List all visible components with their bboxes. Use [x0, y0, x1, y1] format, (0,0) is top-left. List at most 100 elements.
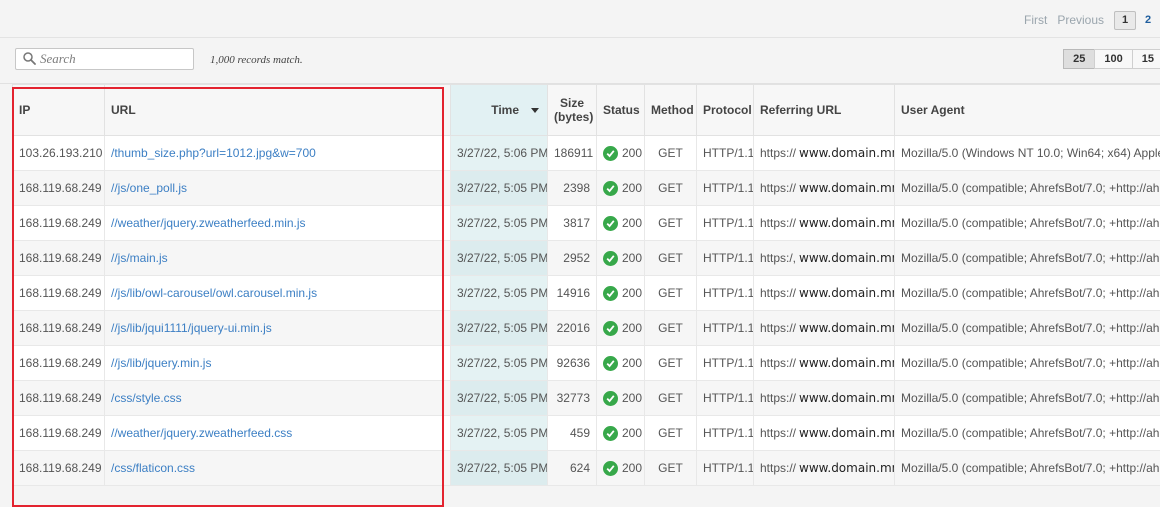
check-circle-icon	[603, 251, 618, 266]
url-link[interactable]: //js/lib/jqui1111/jquery-ui.min.js	[111, 321, 272, 335]
cell-method: GET	[645, 206, 697, 241]
cell-time: 3/27/22, 5:05 PM	[451, 206, 548, 241]
cell-ip: 168.119.68.249	[13, 171, 105, 206]
pagination: First Previous 1 2	[1024, 10, 1160, 30]
cell-size: 92636	[548, 346, 597, 381]
referrer-protocol: https://	[760, 356, 796, 370]
table-row[interactable]: 168.119.68.249 //weather/jquery.zweatherf…	[13, 206, 1160, 241]
cell-status: 200	[597, 171, 645, 206]
column-header-method[interactable]: Method	[645, 85, 697, 136]
cell-status: 200	[597, 381, 645, 416]
url-link[interactable]: /thumb_size.php?url=1012.jpg&w=700	[111, 146, 316, 160]
page-size-150[interactable]: 15	[1132, 49, 1160, 69]
url-link[interactable]: //js/lib/jquery.min.js	[111, 356, 211, 370]
sort-desc-icon	[531, 108, 539, 113]
cell-size: 3817	[548, 206, 597, 241]
cell-url: //js/main.js	[105, 241, 451, 276]
cell-user-agent: Mozilla/5.0 (compatible; AhrefsBot/7.0; …	[895, 171, 1160, 206]
status-code: 200	[622, 251, 642, 265]
referrer-domain: www.domain.mn /	[799, 426, 894, 440]
column-header-size[interactable]: Size (bytes)	[548, 85, 597, 136]
cell-size: 2952	[548, 241, 597, 276]
url-link[interactable]: //js/lib/owl-carousel/owl.carousel.min.j…	[111, 286, 317, 300]
cell-size: 14916	[548, 276, 597, 311]
cell-method: GET	[645, 416, 697, 451]
table-row[interactable]: 168.119.68.249//weather/jquery.zweatherf…	[13, 416, 1160, 451]
search-input[interactable]	[40, 50, 188, 67]
referrer-protocol: https://	[760, 146, 796, 160]
page-2-button[interactable]: 2	[1138, 12, 1158, 29]
status-code: 200	[622, 216, 642, 230]
referrer-domain: www.domain.mn /	[799, 461, 894, 475]
cell-protocol: HTTP/1.1	[697, 346, 754, 381]
page-1-button[interactable]: 1	[1114, 11, 1136, 30]
previous-page-link[interactable]: Previous	[1057, 13, 1104, 27]
cell-referrer: https://www.domain.mn	[754, 136, 895, 171]
check-circle-icon	[603, 391, 618, 406]
first-page-link[interactable]: First	[1024, 13, 1047, 27]
column-header-time-label: Time	[491, 103, 519, 117]
cell-url: /css/style.css	[105, 381, 451, 416]
url-link[interactable]: //js/main.js	[111, 251, 168, 265]
cell-time: 3/27/22, 5:05 PM	[451, 381, 548, 416]
cell-protocol: HTTP/1.1	[697, 276, 754, 311]
cell-time: 3/27/22, 5:05 PM	[451, 451, 548, 486]
cell-protocol: HTTP/1.1	[697, 171, 754, 206]
page-size-100[interactable]: 100	[1094, 49, 1132, 69]
table-row[interactable]: 168.119.68.249 //js/one_poll.js 3/27/22, 5…	[13, 171, 1160, 206]
table-row[interactable]: 168.119.68.249/css/style.css3/27/22, 5:0…	[13, 381, 1160, 416]
search-box[interactable]	[15, 48, 194, 70]
cell-ip: 168.119.68.249	[13, 346, 105, 381]
column-header-referrer[interactable]: Referring URL	[754, 85, 895, 136]
cell-protocol: HTTP/1.1	[697, 136, 754, 171]
status-code: 200	[622, 321, 642, 335]
cell-ip: 168.119.68.249	[13, 206, 105, 241]
cell-user-agent: Mozilla/5.0 (compatible; AhrefsBot/7.0; …	[895, 381, 1160, 416]
status-code: 200	[622, 391, 642, 405]
column-header-status[interactable]: Status	[597, 85, 645, 136]
table-row[interactable]: 168.119.68.249//js/lib/jqui1111/jquery-u…	[13, 311, 1160, 346]
cell-url: //js/lib/owl-carousel/owl.carousel.min.j…	[105, 276, 451, 311]
check-circle-icon	[603, 181, 618, 196]
url-link[interactable]: /css/flaticon.css	[111, 461, 195, 475]
table-row[interactable]: 168.119.68.249//js/lib/jquery.min.js3/27…	[13, 346, 1160, 381]
column-header-protocol[interactable]: Protocol	[697, 85, 754, 136]
cell-url: /thumb_size.php?url=1012.jpg&w=700	[105, 136, 451, 171]
cell-protocol: HTTP/1.1	[697, 311, 754, 346]
column-header-time[interactable]: Time	[451, 85, 548, 136]
column-header-url[interactable]: URL	[105, 85, 451, 136]
check-circle-icon	[603, 286, 618, 301]
table-row[interactable]: 168.119.68.249/css/flaticon.css 3/27/22, …	[13, 451, 1160, 486]
referrer-domain: www.domain.mn /	[799, 356, 894, 370]
cell-referrer: https://www.domain.mn /	[754, 276, 895, 311]
column-header-ip[interactable]: IP	[13, 85, 105, 136]
cell-time: 3/27/22, 5:05 PM	[451, 171, 548, 206]
cell-ip: 168.119.68.249	[13, 451, 105, 486]
url-link[interactable]: //weather/jquery.zweatherfeed.css	[111, 426, 292, 440]
cell-protocol: HTTP/1.1	[697, 381, 754, 416]
cell-url: //weather/jquery.zweatherfeed.css	[105, 416, 451, 451]
cell-user-agent: Mozilla/5.0 (compatible; AhrefsBot/7.0; …	[895, 451, 1160, 486]
cell-status: 200	[597, 346, 645, 381]
url-link[interactable]: //js/one_poll.js	[111, 181, 187, 195]
referrer-domain: www.domain.mn /	[799, 286, 894, 300]
url-link[interactable]: /css/style.css	[111, 391, 182, 405]
url-link[interactable]: //weather/jquery.zweatherfeed.min.js	[111, 216, 306, 230]
status-code: 200	[622, 286, 642, 300]
cell-time: 3/27/22, 5:05 PM	[451, 311, 548, 346]
column-header-user-agent[interactable]: User Agent	[895, 85, 1160, 136]
page-size-selector: 25 100 15	[1064, 49, 1160, 69]
table-row[interactable]: 168.119.68.249//js/lib/owl-carousel/owl.…	[13, 276, 1160, 311]
table-row[interactable]: 103.26.193.210/thumb_size.php?url=1012.j…	[13, 136, 1160, 171]
cell-url: //weather/jquery.zweatherfeed.min.js	[105, 206, 451, 241]
cell-status: 200	[597, 136, 645, 171]
referrer-domain: www.domain.mn	[799, 146, 894, 160]
referrer-domain: www.domain.mn /	[799, 216, 894, 230]
cell-url: /css/flaticon.css	[105, 451, 451, 486]
referrer-domain: www.domain.mn /	[799, 321, 894, 335]
cell-user-agent: Mozilla/5.0 (compatible; AhrefsBot/7.0; …	[895, 241, 1160, 276]
cell-status: 200	[597, 276, 645, 311]
cell-ip: 168.119.68.249	[13, 241, 105, 276]
table-row[interactable]: 168.119.68.249//js/main.js3/27/22, 5:05 …	[13, 241, 1160, 276]
page-size-25[interactable]: 25	[1063, 49, 1095, 69]
